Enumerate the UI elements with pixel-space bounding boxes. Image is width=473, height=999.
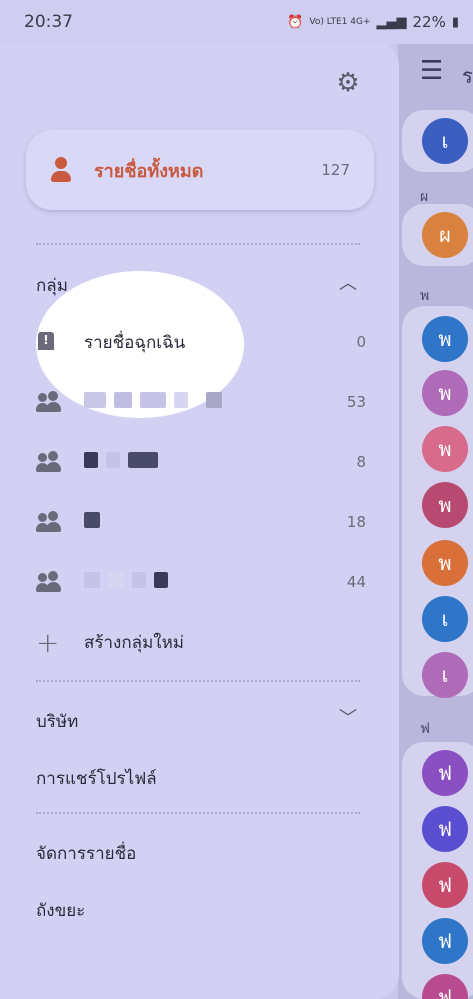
group-count: 44 — [346, 573, 366, 591]
group-icon — [36, 391, 62, 413]
section-letter: ผ — [420, 189, 429, 205]
create-group-button[interactable]: + สร้างกลุ่มใหม่ — [36, 622, 366, 662]
contact-avatar[interactable]: เ — [422, 652, 468, 698]
contact-avatar[interactable]: ฟ — [422, 750, 468, 796]
redacted-group-name — [84, 572, 176, 592]
all-contacts-count: 127 — [321, 161, 350, 179]
contact-avatar[interactable]: ผ — [422, 212, 468, 258]
company-section[interactable]: บริษัท — [36, 708, 78, 735]
divider — [36, 243, 360, 245]
contact-avatar[interactable]: เ — [422, 118, 468, 164]
plus-icon: + — [36, 625, 60, 659]
group-icon — [36, 571, 62, 593]
group-icon — [36, 511, 62, 533]
battery-level: 22% — [412, 13, 446, 31]
group-count: 0 — [356, 333, 366, 351]
contact-avatar[interactable]: ฟ — [422, 806, 468, 852]
emergency-icon: ! — [36, 332, 56, 352]
share-profile-item[interactable]: การแชร์โปรไฟล์ — [36, 765, 157, 792]
group-count: 8 — [356, 453, 366, 471]
contact-avatar[interactable]: ฟ — [422, 862, 468, 908]
group-label: รายชื่อฉุกเฉิน — [84, 332, 186, 353]
contact-avatar[interactable]: พ — [422, 316, 468, 362]
network-indicator: Vo) LTE1 4G+ — [309, 17, 371, 27]
contact-avatar[interactable]: พ — [422, 426, 468, 472]
menu-icon[interactable]: ☰ — [420, 56, 443, 86]
section-letter: พ — [420, 288, 430, 304]
contact-avatar[interactable]: ฟ — [422, 918, 468, 964]
chevron-up-icon[interactable]: ︿ — [337, 271, 359, 294]
manage-contacts-item[interactable]: จัดการรายชื่อ — [36, 840, 136, 867]
group-icon — [36, 451, 62, 473]
status-icons: ⏰ Vo) LTE1 4G+ ▂▄▆ 22% ▮ — [287, 13, 459, 31]
person-icon — [50, 157, 72, 183]
group-emergency[interactable]: ! รายชื่อฉุกเฉิน 0 — [36, 322, 366, 362]
divider — [36, 812, 360, 814]
redacted-group-name — [84, 512, 108, 532]
group-item[interactable]: 53 — [36, 382, 366, 422]
all-contacts-button[interactable]: รายชื่อทั้งหมด 127 — [26, 130, 374, 210]
contact-avatar[interactable]: พ — [422, 540, 468, 586]
redacted-group-name — [84, 392, 230, 412]
battery-icon: ▮ — [451, 14, 459, 30]
contact-avatar[interactable]: พ — [422, 482, 468, 528]
trash-item[interactable]: ถังขยะ — [36, 897, 85, 924]
gear-icon[interactable]: ⚙ — [333, 68, 363, 98]
redacted-group-name — [84, 452, 166, 472]
status-bar: 20:37 ⏰ Vo) LTE1 4G+ ▂▄▆ 22% ▮ — [0, 0, 473, 44]
group-count: 53 — [346, 393, 366, 411]
group-item[interactable]: 18 — [36, 502, 366, 542]
status-time: 20:37 — [24, 12, 73, 32]
contact-avatar[interactable]: พ — [422, 370, 468, 416]
section-letter: ฟ — [420, 721, 430, 737]
contact-avatar[interactable]: เ — [422, 596, 468, 642]
header-title-fragment: ร — [462, 64, 473, 88]
group-item[interactable]: 44 — [36, 562, 366, 602]
group-item[interactable]: 8 — [36, 442, 366, 482]
chevron-down-icon[interactable]: ﹀ — [337, 706, 359, 729]
group-count: 18 — [346, 513, 366, 531]
alarm-icon: ⏰ — [287, 14, 304, 30]
all-contacts-label: รายชื่อทั้งหมด — [94, 160, 204, 182]
divider — [36, 680, 360, 682]
signal-icon: ▂▄▆ — [376, 14, 407, 30]
create-group-label: สร้างกลุ่มใหม่ — [84, 632, 184, 653]
